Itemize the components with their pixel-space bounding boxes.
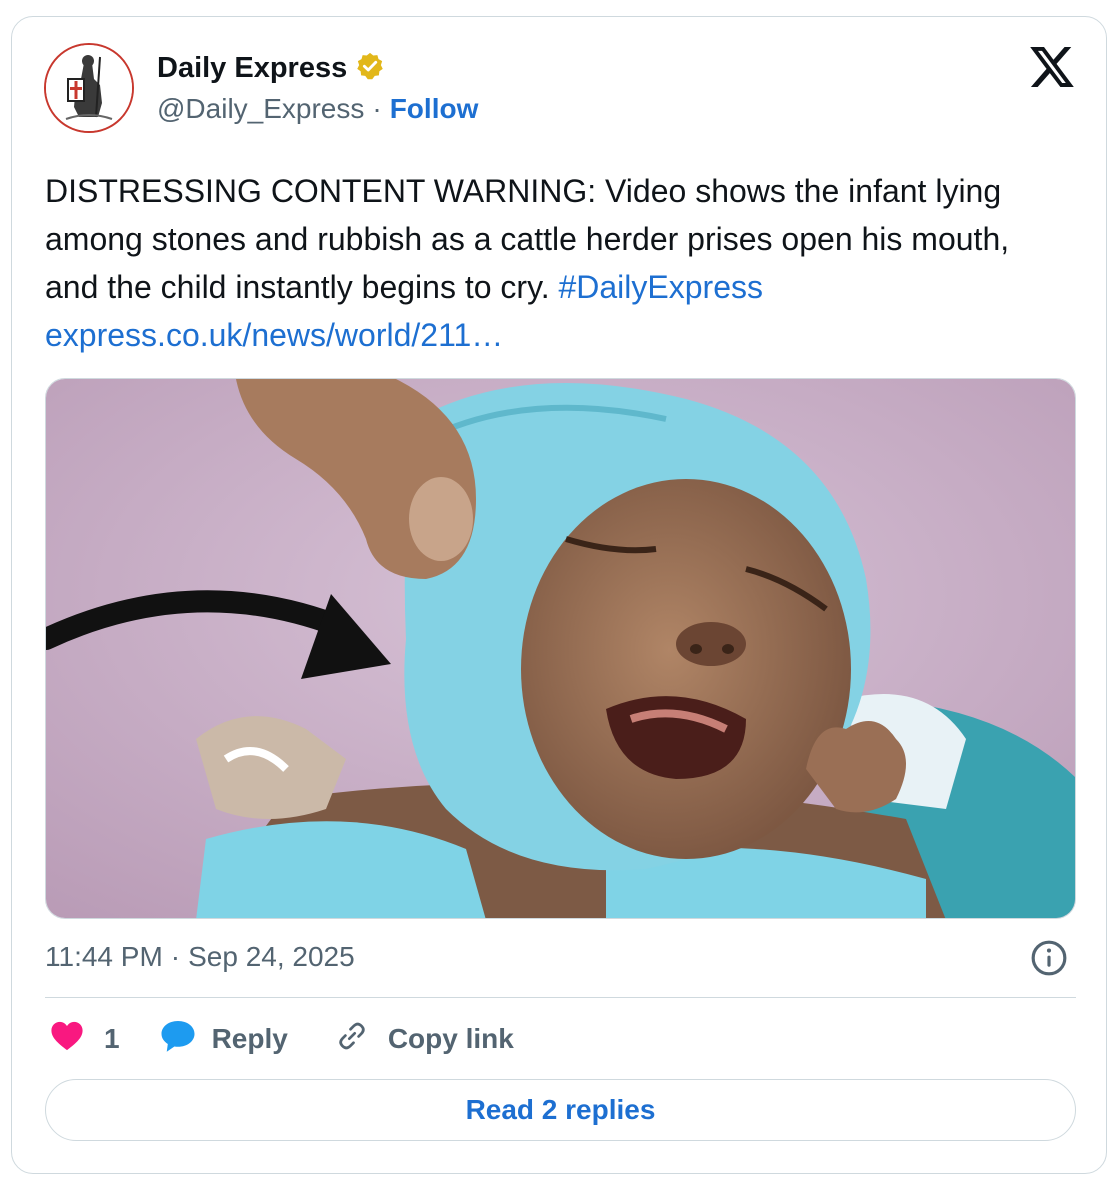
hashtag-link[interactable]: #DailyExpress bbox=[558, 269, 763, 305]
handle[interactable]: @Daily_Express bbox=[157, 93, 364, 125]
embedded-tweet-card: Daily Express @Daily_Express · Follow DI… bbox=[11, 16, 1107, 1174]
tweet-body: DISTRESSING CONTENT WARNING: Video shows… bbox=[45, 173, 1010, 305]
read-replies-button[interactable]: Read 2 replies bbox=[45, 1079, 1076, 1141]
article-link[interactable]: express.co.uk/news/world/211… bbox=[45, 317, 503, 353]
tweet-media-image[interactable] bbox=[45, 378, 1076, 919]
follow-button[interactable]: Follow bbox=[390, 93, 479, 125]
avatar[interactable] bbox=[44, 43, 134, 133]
tweet-text: DISTRESSING CONTENT WARNING: Video shows… bbox=[45, 167, 1055, 359]
info-icon[interactable] bbox=[1030, 939, 1068, 977]
tweet-timestamp[interactable]: 11:44 PM · Sep 24, 2025 bbox=[45, 941, 355, 973]
reply-button[interactable]: Reply bbox=[160, 1019, 288, 1060]
reply-label: Reply bbox=[211, 1023, 288, 1054]
heart-icon bbox=[50, 1020, 84, 1059]
tweet-date: Sep 24, 2025 bbox=[188, 941, 355, 972]
tweet-time: 11:44 PM bbox=[45, 941, 163, 972]
copy-link-label: Copy link bbox=[387, 1023, 514, 1054]
verified-badge-icon bbox=[355, 51, 385, 86]
x-logo-icon[interactable] bbox=[1030, 47, 1074, 87]
divider bbox=[45, 997, 1076, 998]
display-name[interactable]: Daily Express bbox=[157, 52, 347, 85]
read-replies-label: Read 2 replies bbox=[465, 1094, 656, 1125]
link-icon bbox=[334, 1018, 370, 1061]
reply-bubble-icon bbox=[160, 1019, 196, 1060]
copy-link-button[interactable]: Copy link bbox=[334, 1018, 514, 1061]
action-bar: 1 Reply Copy link bbox=[50, 1017, 514, 1061]
handle-separator: · bbox=[372, 93, 382, 124]
like-button[interactable]: 1 bbox=[50, 1020, 120, 1059]
date-separator: · bbox=[170, 941, 181, 972]
like-count: 1 bbox=[104, 1023, 120, 1054]
